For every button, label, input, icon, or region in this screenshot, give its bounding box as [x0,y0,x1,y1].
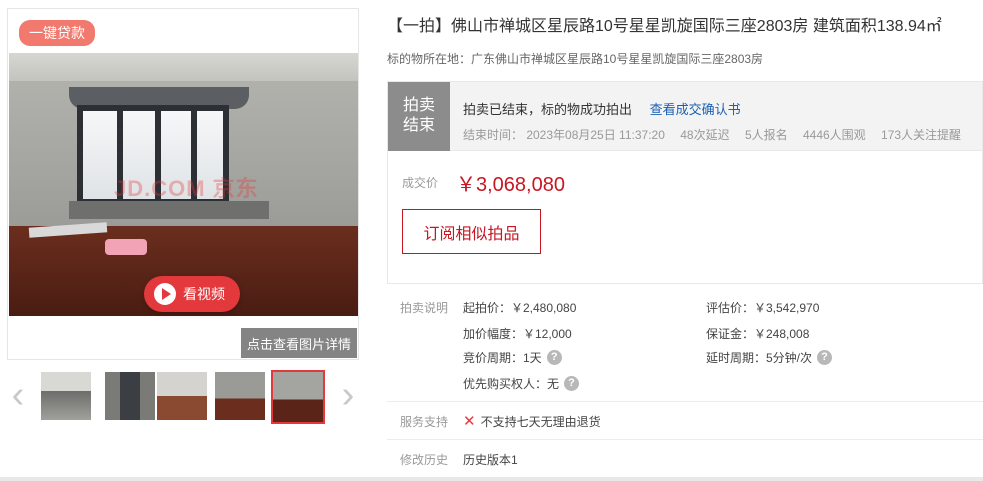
photo-chair [105,239,147,255]
thumbnail-5[interactable] [271,370,325,424]
status-tag-line2: 结束 [402,117,435,134]
help-circle-icon[interactable]: ? [817,350,833,365]
page-divider [0,477,983,481]
rules-label: 拍卖说明 [400,301,449,315]
delay-cycle: 延时周期：5分钟/次 [706,351,813,365]
start-price: 起拍价：￥2,480,080 [463,301,577,315]
thumbnail-3[interactable] [157,372,207,420]
auction-status-panel: 拍卖 结束 拍卖已结束，标的物成功拍出 查看成交确认书 结束时间： 2023年0… [387,81,983,151]
help-circle-icon[interactable]: ? [564,376,580,391]
subscribe-similar-button[interactable]: 订阅相似拍品 [402,209,541,254]
photo-ceiling [9,53,358,81]
page-title: 【一拍】佛山市禅城区星辰路10号星星凯旋国际三座2803房 建筑面积138.94… [387,18,942,35]
status-message: 拍卖已结束，标的物成功拍出 [463,102,633,117]
status-tag-line1: 拍卖 [402,97,435,114]
history-label: 修改历史 [400,453,449,467]
service-value-row: ✕ 不支持七天无理由退货 [463,412,601,430]
viewer-count: 4446人围观 [802,128,866,142]
status-tag: 拍卖 结束 [388,82,450,151]
reminder-count: 173人关注提醒 [881,128,962,142]
appraisal-price: 评估价：￥3,542,970 [706,301,820,315]
service-label: 服务支持 [400,415,449,429]
status-message-row: 拍卖已结束，标的物成功拍出 查看成交确认书 [463,99,741,118]
thumbnail-1[interactable] [41,372,91,420]
price-panel: 成交价 ￥3,068,080 订阅相似拍品 [387,151,983,284]
view-image-details-button[interactable]: 点击查看图片详情 [241,328,357,358]
deal-price-label: 成交价 [402,176,439,190]
signup-count: 5人报名 [744,128,788,142]
play-icon [154,283,176,305]
bid-increment: 加价幅度：￥12,000 [463,327,572,341]
help-circle-icon[interactable]: ? [546,350,562,365]
service-support: 服务支持 ✕ 不支持七天无理由退货 [387,402,983,440]
edit-history: 修改历史 历史版本1 [387,440,983,476]
status-meta-row: 结束时间： 2023年08月25日 11:37:20 48次延迟 5人报名 44… [463,126,973,143]
bid-cycle-row: 竞价周期：1天 ? [463,349,562,366]
delay-cycle-row: 延时周期：5分钟/次 ? [706,349,833,366]
end-time: 结束时间： 2023年08月25日 11:37:20 [463,128,665,142]
priority-row: 优先购买权人：无 ? [463,375,580,392]
jd-watermark: JD.COM 京东 [114,176,259,201]
play-video-button[interactable]: 看视频 [144,276,240,312]
thumbnail-2[interactable] [105,372,155,420]
deal-price-value: ￥3,068,080 [456,174,565,196]
photo-sill [69,201,269,219]
deposit: 保证金：￥248,008 [706,327,810,341]
history-version-link[interactable]: 历史版本1 [463,451,518,468]
item-location: 标的物所在地：广东佛山市禅城区星辰路10号星星凯旋国际三座2803房 [387,52,764,66]
auction-rules: 拍卖说明 起拍价：￥2,480,080 评估价：￥3,542,970 加价幅度：… [387,284,983,402]
chevron-right-icon[interactable]: › [337,376,359,414]
service-value: 不支持七天无理由退货 [480,414,601,429]
thumbnail-strip: ‹ › [7,368,359,424]
thumbnail-4[interactable] [215,372,265,420]
loan-badge[interactable]: 一键贷款 [19,20,95,46]
play-video-label: 看视频 [183,286,225,302]
chevron-left-icon[interactable]: ‹ [7,376,29,414]
image-gallery: 一键贷款 JD.COM 京东 看视频 点击查看图片详情 [7,8,359,360]
view-confirmation-link[interactable]: 查看成交确认书 [650,102,741,117]
delay-count: 48次延迟 [680,128,730,142]
bid-cycle: 竞价周期：1天 [463,351,542,365]
cross-icon: ✕ [463,413,476,430]
priority-buyer: 优先购买权人：无 [463,377,560,391]
